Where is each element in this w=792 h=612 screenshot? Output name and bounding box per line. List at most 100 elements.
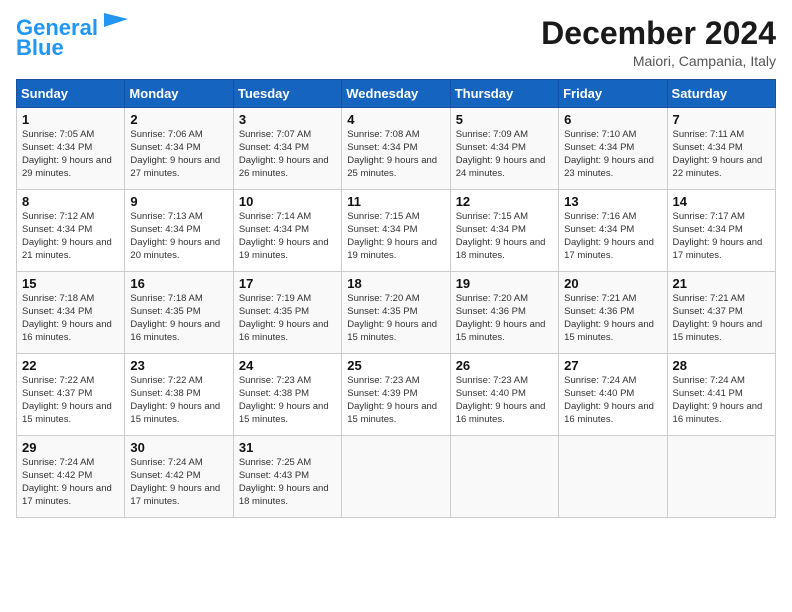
day-info: Sunrise: 7:25 AM Sunset: 4:43 PM Dayligh… [239,457,336,508]
day-info: Sunrise: 7:20 AM Sunset: 4:35 PM Dayligh… [347,293,444,344]
day-cell-26: 26 Sunrise: 7:23 AM Sunset: 4:40 PM Dayl… [450,354,558,436]
day-number: 10 [239,194,336,209]
day-cell-14: 14 Sunrise: 7:17 AM Sunset: 4:34 PM Dayl… [667,190,775,272]
month-title: December 2024 [541,16,776,51]
day-info: Sunrise: 7:15 AM Sunset: 4:34 PM Dayligh… [347,211,444,262]
calendar-row: 29 Sunrise: 7:24 AM Sunset: 4:42 PM Dayl… [17,436,776,518]
empty-cell [342,436,450,518]
day-cell-18: 18 Sunrise: 7:20 AM Sunset: 4:35 PM Dayl… [342,272,450,354]
day-cell-11: 11 Sunrise: 7:15 AM Sunset: 4:34 PM Dayl… [342,190,450,272]
day-info: Sunrise: 7:17 AM Sunset: 4:34 PM Dayligh… [673,211,770,262]
day-number: 30 [130,440,227,455]
day-number: 27 [564,358,661,373]
day-number: 5 [456,112,553,127]
day-info: Sunrise: 7:24 AM Sunset: 4:40 PM Dayligh… [564,375,661,426]
day-info: Sunrise: 7:22 AM Sunset: 4:37 PM Dayligh… [22,375,119,426]
day-cell-10: 10 Sunrise: 7:14 AM Sunset: 4:34 PM Dayl… [233,190,341,272]
day-cell-25: 25 Sunrise: 7:23 AM Sunset: 4:39 PM Dayl… [342,354,450,436]
day-info: Sunrise: 7:07 AM Sunset: 4:34 PM Dayligh… [239,129,336,180]
day-cell-23: 23 Sunrise: 7:22 AM Sunset: 4:38 PM Dayl… [125,354,233,436]
empty-cell [667,436,775,518]
calendar-row: 1 Sunrise: 7:05 AM Sunset: 4:34 PM Dayli… [17,108,776,190]
calendar-container: General Blue December 2024 Maiori, Campa… [0,0,792,528]
day-number: 31 [239,440,336,455]
day-number: 3 [239,112,336,127]
header-tuesday: Tuesday [233,80,341,108]
day-number: 19 [456,276,553,291]
day-number: 29 [22,440,119,455]
day-info: Sunrise: 7:23 AM Sunset: 4:38 PM Dayligh… [239,375,336,426]
day-info: Sunrise: 7:24 AM Sunset: 4:41 PM Dayligh… [673,375,770,426]
day-number: 21 [673,276,770,291]
day-number: 16 [130,276,227,291]
weekday-header-row: Sunday Monday Tuesday Wednesday Thursday… [17,80,776,108]
calendar-row: 22 Sunrise: 7:22 AM Sunset: 4:37 PM Dayl… [17,354,776,436]
day-number: 26 [456,358,553,373]
location: Maiori, Campania, Italy [541,53,776,69]
day-number: 25 [347,358,444,373]
day-number: 6 [564,112,661,127]
day-number: 20 [564,276,661,291]
day-info: Sunrise: 7:05 AM Sunset: 4:34 PM Dayligh… [22,129,119,180]
day-info: Sunrise: 7:08 AM Sunset: 4:34 PM Dayligh… [347,129,444,180]
header-friday: Friday [559,80,667,108]
day-number: 7 [673,112,770,127]
day-info: Sunrise: 7:16 AM Sunset: 4:34 PM Dayligh… [564,211,661,262]
header-sunday: Sunday [17,80,125,108]
day-cell-17: 17 Sunrise: 7:19 AM Sunset: 4:35 PM Dayl… [233,272,341,354]
day-info: Sunrise: 7:11 AM Sunset: 4:34 PM Dayligh… [673,129,770,180]
day-info: Sunrise: 7:19 AM Sunset: 4:35 PM Dayligh… [239,293,336,344]
day-cell-2: 2 Sunrise: 7:06 AM Sunset: 4:34 PM Dayli… [125,108,233,190]
title-block: December 2024 Maiori, Campania, Italy [541,16,776,69]
day-cell-8: 8 Sunrise: 7:12 AM Sunset: 4:34 PM Dayli… [17,190,125,272]
day-cell-1: 1 Sunrise: 7:05 AM Sunset: 4:34 PM Dayli… [17,108,125,190]
logo-text2: Blue [16,35,64,60]
day-cell-16: 16 Sunrise: 7:18 AM Sunset: 4:35 PM Dayl… [125,272,233,354]
day-cell-15: 15 Sunrise: 7:18 AM Sunset: 4:34 PM Dayl… [17,272,125,354]
day-number: 23 [130,358,227,373]
day-cell-6: 6 Sunrise: 7:10 AM Sunset: 4:34 PM Dayli… [559,108,667,190]
day-info: Sunrise: 7:23 AM Sunset: 4:40 PM Dayligh… [456,375,553,426]
day-cell-31: 31 Sunrise: 7:25 AM Sunset: 4:43 PM Dayl… [233,436,341,518]
calendar-table: Sunday Monday Tuesday Wednesday Thursday… [16,79,776,518]
day-cell-9: 9 Sunrise: 7:13 AM Sunset: 4:34 PM Dayli… [125,190,233,272]
day-number: 13 [564,194,661,209]
day-number: 22 [22,358,119,373]
day-number: 11 [347,194,444,209]
day-cell-4: 4 Sunrise: 7:08 AM Sunset: 4:34 PM Dayli… [342,108,450,190]
day-info: Sunrise: 7:15 AM Sunset: 4:34 PM Dayligh… [456,211,553,262]
day-number: 14 [673,194,770,209]
day-number: 4 [347,112,444,127]
day-cell-29: 29 Sunrise: 7:24 AM Sunset: 4:42 PM Dayl… [17,436,125,518]
header-monday: Monday [125,80,233,108]
day-cell-21: 21 Sunrise: 7:21 AM Sunset: 4:37 PM Dayl… [667,272,775,354]
day-cell-30: 30 Sunrise: 7:24 AM Sunset: 4:42 PM Dayl… [125,436,233,518]
logo: General Blue [16,16,130,60]
header-thursday: Thursday [450,80,558,108]
day-cell-12: 12 Sunrise: 7:15 AM Sunset: 4:34 PM Dayl… [450,190,558,272]
day-number: 8 [22,194,119,209]
empty-cell [559,436,667,518]
day-cell-7: 7 Sunrise: 7:11 AM Sunset: 4:34 PM Dayli… [667,108,775,190]
day-cell-24: 24 Sunrise: 7:23 AM Sunset: 4:38 PM Dayl… [233,354,341,436]
day-info: Sunrise: 7:22 AM Sunset: 4:38 PM Dayligh… [130,375,227,426]
day-info: Sunrise: 7:24 AM Sunset: 4:42 PM Dayligh… [22,457,119,508]
day-info: Sunrise: 7:21 AM Sunset: 4:37 PM Dayligh… [673,293,770,344]
day-cell-5: 5 Sunrise: 7:09 AM Sunset: 4:34 PM Dayli… [450,108,558,190]
header: General Blue December 2024 Maiori, Campa… [16,16,776,69]
day-info: Sunrise: 7:14 AM Sunset: 4:34 PM Dayligh… [239,211,336,262]
day-cell-22: 22 Sunrise: 7:22 AM Sunset: 4:37 PM Dayl… [17,354,125,436]
day-number: 15 [22,276,119,291]
day-cell-3: 3 Sunrise: 7:07 AM Sunset: 4:34 PM Dayli… [233,108,341,190]
day-info: Sunrise: 7:10 AM Sunset: 4:34 PM Dayligh… [564,129,661,180]
day-number: 12 [456,194,553,209]
logo-icon [100,9,130,39]
day-cell-19: 19 Sunrise: 7:20 AM Sunset: 4:36 PM Dayl… [450,272,558,354]
day-info: Sunrise: 7:06 AM Sunset: 4:34 PM Dayligh… [130,129,227,180]
day-number: 24 [239,358,336,373]
day-cell-27: 27 Sunrise: 7:24 AM Sunset: 4:40 PM Dayl… [559,354,667,436]
day-info: Sunrise: 7:20 AM Sunset: 4:36 PM Dayligh… [456,293,553,344]
day-info: Sunrise: 7:13 AM Sunset: 4:34 PM Dayligh… [130,211,227,262]
header-saturday: Saturday [667,80,775,108]
day-info: Sunrise: 7:12 AM Sunset: 4:34 PM Dayligh… [22,211,119,262]
